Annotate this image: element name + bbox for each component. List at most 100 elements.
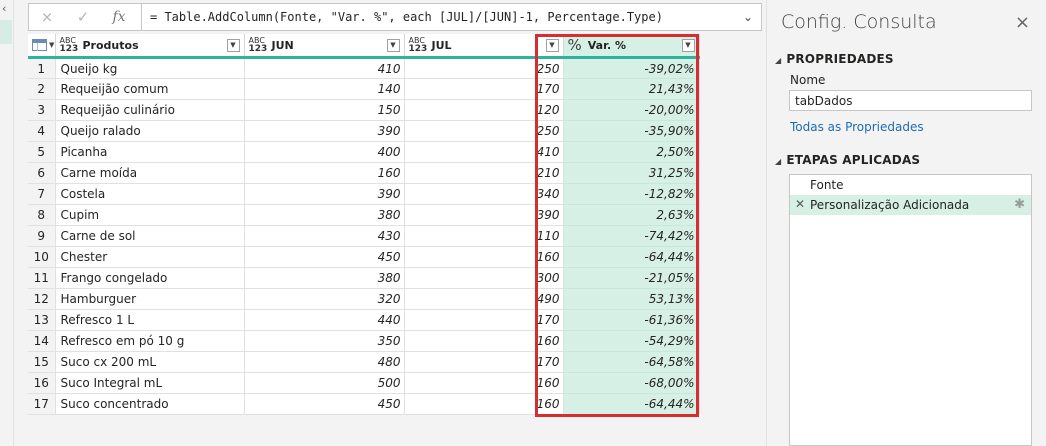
cell-produto[interactable]: Costela bbox=[55, 183, 245, 205]
cell-var-pct[interactable]: -64,58% bbox=[563, 351, 700, 373]
table-row[interactable]: 5 Picanha 400 410 2,50% bbox=[28, 141, 700, 163]
cell-jul[interactable]: 170 bbox=[404, 78, 564, 100]
row-number[interactable]: 4 bbox=[28, 120, 56, 142]
fx-icon[interactable]: fx bbox=[101, 4, 137, 30]
row-number[interactable]: 9 bbox=[28, 225, 56, 247]
row-number[interactable]: 14 bbox=[28, 330, 56, 352]
percent-type-icon[interactable]: % bbox=[568, 36, 582, 54]
cell-produto[interactable]: Frango congelado bbox=[55, 267, 245, 289]
cell-var-pct[interactable]: -61,36% bbox=[563, 309, 700, 331]
cell-var-pct[interactable]: -20,00% bbox=[563, 99, 700, 121]
cell-var-pct[interactable]: 2,50% bbox=[563, 141, 700, 163]
cell-jul[interactable]: 160 bbox=[404, 330, 564, 352]
row-number[interactable]: 1 bbox=[28, 57, 56, 79]
cell-var-pct[interactable]: 53,13% bbox=[563, 288, 700, 310]
cell-produto[interactable]: Refresco 1 L bbox=[55, 309, 245, 331]
cell-jul[interactable]: 210 bbox=[404, 162, 564, 184]
confirm-icon[interactable]: ✓ bbox=[65, 4, 101, 30]
table-row[interactable]: 10 Chester 450 160 -64,44% bbox=[28, 246, 700, 268]
step-fonte[interactable]: Fonte bbox=[790, 175, 1031, 195]
cell-jun[interactable]: 140 bbox=[244, 78, 405, 100]
table-row[interactable]: 7 Costela 390 340 -12,82% bbox=[28, 183, 700, 205]
cell-produto[interactable]: Hamburguer bbox=[55, 288, 245, 310]
cell-jul[interactable]: 110 bbox=[404, 225, 564, 247]
cell-jun[interactable]: 410 bbox=[244, 57, 405, 79]
cell-jul[interactable]: 160 bbox=[404, 246, 564, 268]
close-icon[interactable]: × bbox=[1015, 12, 1030, 33]
cell-produto[interactable]: Queijo ralado bbox=[55, 120, 245, 142]
any-type-icon[interactable]: ABC 123 bbox=[60, 37, 80, 54]
query-name-input[interactable] bbox=[789, 90, 1032, 111]
column-header-var-pct[interactable]: % Var. % ▼ bbox=[563, 34, 700, 59]
cell-var-pct[interactable]: -12,82% bbox=[563, 183, 700, 205]
table-corner-menu[interactable]: ▼ bbox=[28, 34, 56, 59]
cell-produto[interactable]: Carne de sol bbox=[55, 225, 245, 247]
cell-produto[interactable]: Suco cx 200 mL bbox=[55, 351, 245, 373]
cell-jun[interactable]: 150 bbox=[244, 99, 405, 121]
cell-var-pct[interactable]: 31,25% bbox=[563, 162, 700, 184]
row-number[interactable]: 13 bbox=[28, 309, 56, 331]
row-number[interactable]: 11 bbox=[28, 267, 56, 289]
cell-jun[interactable]: 480 bbox=[244, 351, 405, 373]
row-number[interactable]: 3 bbox=[28, 99, 56, 121]
cell-jul[interactable]: 390 bbox=[404, 204, 564, 226]
cell-jun[interactable]: 160 bbox=[244, 162, 405, 184]
cell-jul[interactable]: 120 bbox=[404, 99, 564, 121]
filter-dropdown-icon[interactable]: ▼ bbox=[545, 38, 559, 52]
any-type-icon[interactable]: ABC 123 bbox=[249, 37, 269, 54]
expand-queries-chevron-icon[interactable]: ‹ bbox=[2, 2, 6, 15]
table-row[interactable]: 8 Cupim 380 390 2,63% bbox=[28, 204, 700, 226]
row-number[interactable]: 5 bbox=[28, 141, 56, 163]
cell-var-pct[interactable]: -39,02% bbox=[563, 57, 700, 79]
table-row[interactable]: 1 Queijo kg 410 250 -39,02% bbox=[28, 57, 700, 79]
filter-dropdown-icon[interactable]: ▼ bbox=[226, 38, 240, 52]
cancel-icon[interactable]: × bbox=[29, 4, 65, 30]
cell-var-pct[interactable]: -68,00% bbox=[563, 372, 700, 394]
cell-jun[interactable]: 390 bbox=[244, 120, 405, 142]
chevron-down-icon[interactable]: ⌄ bbox=[735, 10, 761, 24]
cell-jun[interactable]: 380 bbox=[244, 267, 405, 289]
filter-dropdown-icon[interactable]: ▼ bbox=[386, 38, 400, 52]
cell-produto[interactable]: Refresco em pó 10 g bbox=[55, 330, 245, 352]
cell-produto[interactable]: Chester bbox=[55, 246, 245, 268]
cell-jul[interactable]: 160 bbox=[404, 393, 564, 415]
table-row[interactable]: 11 Frango congelado 380 300 -21,05% bbox=[28, 267, 700, 289]
cell-jul[interactable]: 300 bbox=[404, 267, 564, 289]
gear-icon[interactable]: ✱ bbox=[1014, 197, 1025, 212]
cell-var-pct[interactable]: -64,44% bbox=[563, 246, 700, 268]
cell-jul[interactable]: 410 bbox=[404, 141, 564, 163]
cell-produto[interactable]: Queijo kg bbox=[55, 57, 245, 79]
cell-jul[interactable]: 250 bbox=[404, 120, 564, 142]
cell-var-pct[interactable]: -64,44% bbox=[563, 393, 700, 415]
cell-jun[interactable]: 430 bbox=[244, 225, 405, 247]
row-number[interactable]: 6 bbox=[28, 162, 56, 184]
column-header-jul[interactable]: ABC 123 JUL ▼ bbox=[404, 34, 564, 59]
delete-step-icon[interactable]: ✕ bbox=[795, 197, 805, 211]
cell-var-pct[interactable]: -54,29% bbox=[563, 330, 700, 352]
cell-jun[interactable]: 390 bbox=[244, 183, 405, 205]
cell-var-pct[interactable]: 21,43% bbox=[563, 78, 700, 100]
table-row[interactable]: 6 Carne moída 160 210 31,25% bbox=[28, 162, 700, 184]
all-properties-link[interactable]: Todas as Propriedades bbox=[790, 120, 924, 134]
row-number[interactable]: 12 bbox=[28, 288, 56, 310]
cell-var-pct[interactable]: 2,63% bbox=[563, 204, 700, 226]
cell-jun[interactable]: 500 bbox=[244, 372, 405, 394]
table-row[interactable]: 14 Refresco em pó 10 g 350 160 -54,29% bbox=[28, 330, 700, 352]
row-number[interactable]: 17 bbox=[28, 393, 56, 415]
collapsed-queries-pane[interactable]: ‹ bbox=[0, 0, 14, 446]
table-row[interactable]: 9 Carne de sol 430 110 -74,42% bbox=[28, 225, 700, 247]
cell-jun[interactable]: 320 bbox=[244, 288, 405, 310]
table-row[interactable]: 16 Suco Integral mL 500 160 -68,00% bbox=[28, 372, 700, 394]
cell-jun[interactable]: 440 bbox=[244, 309, 405, 331]
applied-steps-section-header[interactable]: ◢ ETAPAS APLICADAS bbox=[775, 153, 920, 167]
step-personalizacao-adicionada[interactable]: ✕ Personalização Adicionada ✱ bbox=[790, 195, 1031, 215]
table-row[interactable]: 3 Requeijão culinário 150 120 -20,00% bbox=[28, 99, 700, 121]
cell-jul[interactable]: 490 bbox=[404, 288, 564, 310]
table-row[interactable]: 17 Suco concentrado 450 160 -64,44% bbox=[28, 393, 700, 415]
cell-var-pct[interactable]: -21,05% bbox=[563, 267, 700, 289]
cell-jul[interactable]: 170 bbox=[404, 351, 564, 373]
row-number[interactable]: 2 bbox=[28, 78, 56, 100]
table-row[interactable]: 15 Suco cx 200 mL 480 170 -64,58% bbox=[28, 351, 700, 373]
cell-produto[interactable]: Cupim bbox=[55, 204, 245, 226]
cell-jul[interactable]: 160 bbox=[404, 372, 564, 394]
